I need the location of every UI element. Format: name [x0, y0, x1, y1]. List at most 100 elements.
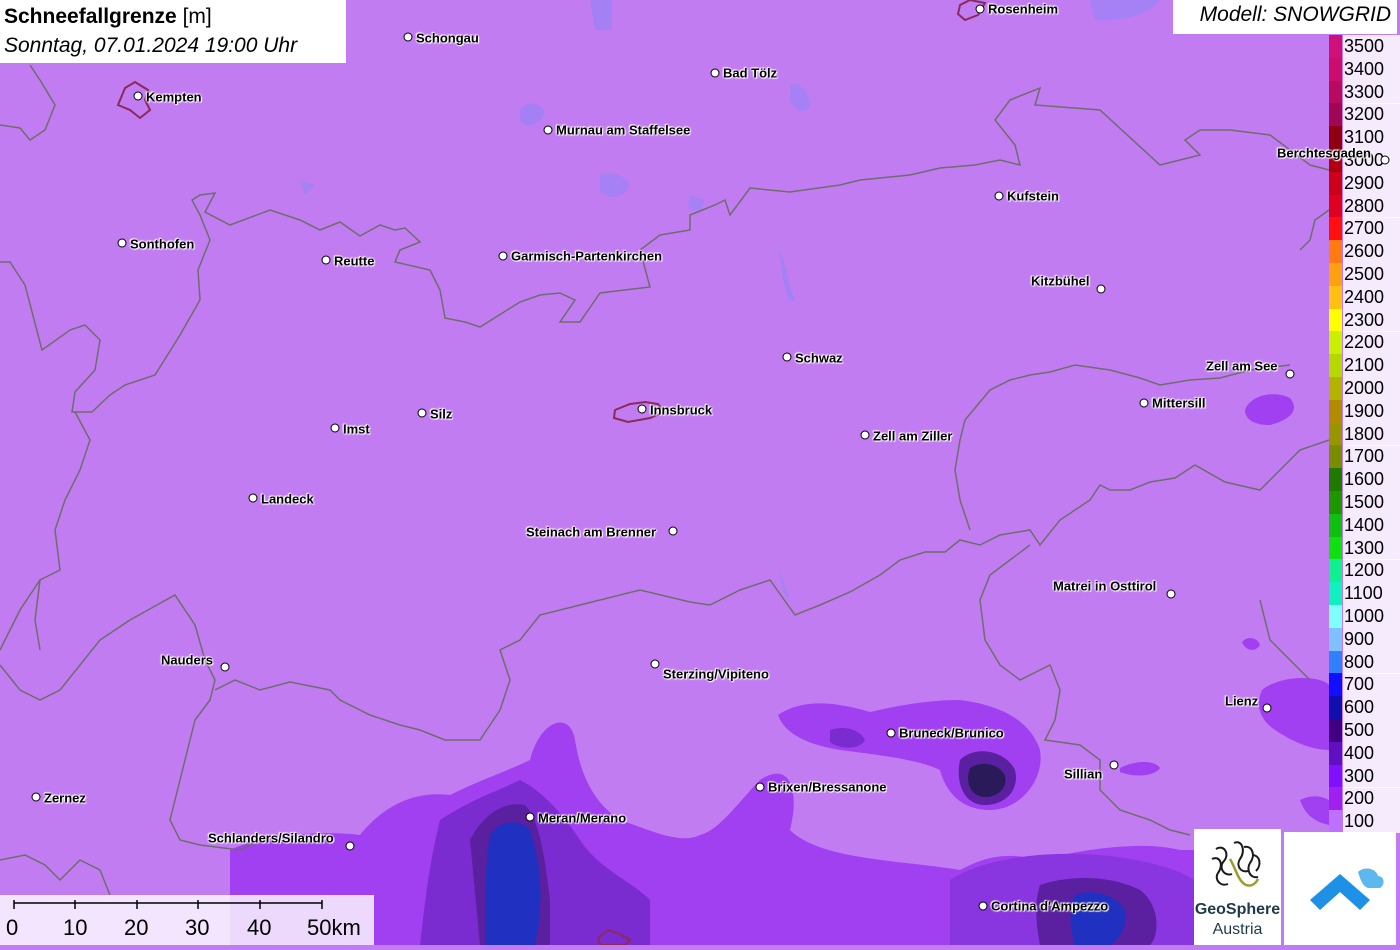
legend-item-1700: 1700 — [1329, 434, 1400, 469]
city-label: Garmisch-Partenkirchen — [511, 248, 663, 264]
city-label: Mittersill — [1152, 395, 1206, 411]
legend-item-1900: 1900 — [1329, 389, 1400, 423]
city-label: Sonthofen — [130, 236, 195, 252]
city-dot-icon — [543, 125, 553, 135]
city-label: Reutte — [334, 253, 375, 269]
legend-item-2000: 2000 — [1329, 366, 1400, 400]
city-dot-icon — [417, 408, 427, 418]
city-dot-icon — [1166, 589, 1176, 599]
legend-item-1000: 1000 — [1329, 594, 1400, 628]
city-dot-icon — [860, 430, 870, 440]
legend-item-300: 300 — [1329, 754, 1400, 788]
map-datetime: Sonntag, 07.01.2024 19:00 Uhr — [4, 34, 298, 57]
city-label: Nauders — [161, 652, 214, 668]
map-title-box: Schneefallgrenze [m] Sonntag, 07.01.2024… — [0, 0, 346, 63]
city-label: Zell am See — [1206, 358, 1278, 374]
city-dot-icon — [1380, 155, 1390, 165]
legend-item-3300: 3300 — [1329, 70, 1400, 104]
city-dot-icon — [1109, 760, 1119, 770]
city-label: Sillian — [1064, 766, 1103, 782]
legend-item-1500: 1500 — [1329, 480, 1400, 514]
legend-item-200: 200 — [1329, 776, 1400, 811]
city-dot-icon — [650, 659, 660, 669]
city-dot-icon — [994, 191, 1004, 201]
city-dot-icon — [403, 32, 413, 42]
city-label: Innsbruck — [650, 402, 713, 418]
snowgrid-logo[interactable] — [1284, 832, 1396, 945]
legend-item-2400: 2400 — [1329, 275, 1400, 309]
legend-item-700: 700 — [1329, 662, 1400, 697]
city-label: Schwaz — [795, 350, 843, 366]
city-label: Steinach am Brenner — [526, 524, 657, 540]
city-dot-icon — [668, 526, 678, 536]
legend-item-1400: 1400 — [1329, 503, 1400, 537]
city-dot-icon — [1262, 703, 1272, 713]
city-dot-icon — [755, 782, 765, 792]
legend-item-900: 900 — [1329, 617, 1400, 651]
city-dot-icon — [978, 901, 988, 911]
city-label: Bad Tölz — [723, 65, 778, 81]
snowfall-map[interactable] — [0, 0, 1400, 945]
legend-item-2600: 2600 — [1329, 229, 1400, 264]
scale-label-40: 40 — [247, 915, 272, 940]
legend-swatch — [1329, 810, 1342, 834]
legend-item-800: 800 — [1329, 640, 1400, 674]
city-dot-icon — [248, 493, 258, 503]
city-label: Brixen/Bressanone — [768, 779, 887, 795]
legend-item-2500: 2500 — [1329, 252, 1400, 286]
city-dot-icon — [345, 841, 355, 851]
city-label: Schongau — [416, 30, 479, 46]
city-label: Imst — [343, 421, 370, 437]
legend-item-1800: 1800 — [1329, 412, 1400, 446]
map-title: Schneefallgrenze [m] — [4, 2, 342, 32]
city-label: Rosenheim — [988, 1, 1059, 17]
city-dot-icon — [117, 238, 127, 248]
legend-item-3100: 3100 — [1329, 115, 1400, 150]
legend-item-1200: 1200 — [1329, 548, 1400, 583]
city-dot-icon — [31, 792, 41, 802]
geosphere-emblem-icon — [1211, 841, 1261, 887]
legend-item-1600: 1600 — [1329, 457, 1400, 492]
city-dot-icon — [975, 4, 985, 14]
scale-label-10: 10 — [63, 915, 88, 940]
legend-item-3200: 3200 — [1329, 92, 1400, 127]
city-label: Cortina d'Ampezzo — [991, 898, 1109, 914]
legend-item-1300: 1300 — [1329, 526, 1400, 560]
legend-item-3500: 3500 — [1329, 24, 1400, 58]
city-dot-icon — [321, 255, 331, 265]
legend-label: 100 — [1343, 810, 1400, 834]
city-label: Murnau am Staffelsee — [556, 122, 691, 138]
city-dot-icon — [525, 812, 535, 822]
geosphere-logo[interactable]: GeoSphere Austria — [1194, 829, 1281, 945]
city-dot-icon — [1096, 284, 1106, 294]
legend-item-400: 400 — [1329, 731, 1400, 765]
city-label: Zell am Ziller — [873, 428, 953, 444]
legend-item-2800: 2800 — [1329, 184, 1400, 218]
legend-item-2900: 2900 — [1329, 161, 1400, 195]
city-label: Meran/Merano — [538, 810, 627, 826]
city-label: Matrei in Osttirol — [1053, 578, 1157, 594]
legend-item-2700: 2700 — [1329, 206, 1400, 241]
parameter-unit: [m] — [182, 5, 212, 28]
city-dot-icon — [330, 423, 340, 433]
legend-item-2300: 2300 — [1329, 298, 1400, 332]
city-dot-icon — [782, 352, 792, 362]
city-label: Kitzbühel — [1031, 273, 1090, 289]
city-label: Zernez — [44, 790, 86, 806]
city-dot-icon — [886, 728, 896, 738]
city-dot-icon — [133, 91, 143, 101]
city-label: Lienz — [1225, 693, 1259, 709]
map-background — [0, 0, 1400, 945]
city-dot-icon — [1285, 369, 1295, 379]
city-dot-icon — [1139, 398, 1149, 408]
city-dot-icon — [637, 404, 647, 414]
parameter-name: Schneefallgrenze — [4, 5, 177, 28]
city-label: Silz — [430, 406, 453, 422]
scale-bar: 0 10 20 30 40 50km — [0, 895, 374, 945]
city-label: Bruneck/Brunico — [899, 725, 1004, 741]
legend-item-3400: 3400 — [1329, 47, 1400, 81]
city-label: Schlanders/Silandro — [208, 830, 334, 846]
logo-line1: GeoSphere — [1194, 901, 1281, 918]
logo-line2: Austria — [1212, 921, 1263, 938]
scale-label-30: 30 — [185, 915, 210, 940]
